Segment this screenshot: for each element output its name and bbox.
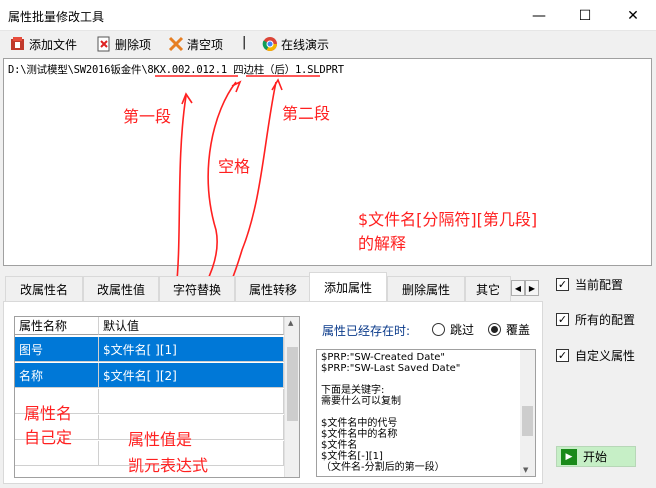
tab-transfer-prop[interactable]: 属性转移: [235, 276, 311, 302]
grid-scrollbar[interactable]: ▲: [284, 317, 299, 477]
row-prop-name[interactable]: 名称: [15, 363, 99, 388]
row-prop-name[interactable]: 图号: [15, 337, 99, 362]
annotation-space: 空格: [218, 157, 251, 176]
tab-rename-prop[interactable]: 改属性名: [5, 276, 83, 302]
table-row[interactable]: 名称 $文件名[ ][2]: [15, 363, 284, 388]
keyword-hint-textbox[interactable]: $PRP:"SW-Created Date" $PRP:"SW-Last Sav…: [316, 349, 536, 477]
tab-bar: 改属性名 改属性值 字符替换 属性转移 添加属性 删除属性 其它 ◀ ▶: [3, 272, 543, 302]
minimize-icon: —: [532, 7, 546, 24]
annotation-prop-value-line1: 属性值是: [128, 430, 193, 449]
tab-change-value[interactable]: 改属性值: [83, 276, 159, 302]
delete-item-label: 删除项: [115, 37, 152, 52]
radio-overwrite-circle[interactable]: [488, 323, 501, 336]
toolbar: 添加文件 删除项 清空项 | 在线演示: [0, 31, 656, 57]
file-path-textarea[interactable]: D:\测试模型\SW2016钣金件\8KX.002.012.1 四边柱（后）1.…: [3, 58, 652, 266]
header-default-value: 默认值: [99, 317, 284, 335]
radio-overwrite[interactable]: 覆盖: [488, 321, 530, 338]
delete-item-button[interactable]: 删除项: [96, 35, 151, 53]
check-icon[interactable]: ✓: [556, 278, 569, 291]
custom-props-checkbox[interactable]: ✓ 自定义属性: [556, 347, 635, 364]
hint-scroll-thumb[interactable]: [522, 406, 533, 436]
annotation-prop-value-line2: 凯元表达式: [128, 456, 209, 475]
close-icon: ✕: [627, 7, 639, 24]
title-bar: 属性批量修改工具 — ☐ ✕: [0, 0, 656, 31]
start-button-label: 开始: [583, 450, 608, 464]
file-path-text: D:\测试模型\SW2016钣金件\8KX.002.012.1 四边柱（后）1.…: [8, 64, 344, 76]
annotation-second-segment: 第二段: [282, 104, 331, 123]
online-demo-label: 在线演示: [281, 37, 330, 52]
scroll-up-icon[interactable]: ▲: [288, 319, 293, 327]
add-file-label: 添加文件: [29, 37, 78, 52]
tab-scroll-right-icon[interactable]: ▶: [525, 280, 539, 296]
tab-replace-chars[interactable]: 字符替换: [159, 276, 235, 302]
table-row[interactable]: 图号 $文件名[ ][1]: [15, 337, 284, 362]
minimize-button[interactable]: —: [516, 0, 562, 31]
check-icon[interactable]: ✓: [556, 349, 569, 362]
tab-add-prop[interactable]: 添加属性: [309, 272, 387, 302]
check-icon[interactable]: ✓: [556, 313, 569, 326]
current-config-checkbox[interactable]: ✓ 当前配置: [556, 276, 623, 293]
radio-skip-circle[interactable]: [432, 323, 445, 336]
add-file-button[interactable]: 添加文件: [10, 35, 77, 53]
annotation-prop-name-line1: 属性名: [24, 404, 73, 423]
annotation-expr-line1: $文件名[分隔符][第几段]: [358, 210, 538, 229]
add-property-panel: 属性名称 默认值 图号 $文件名[ ][1] 名称 $文件名[ ][2] ▲ 属…: [3, 301, 543, 484]
tab-scroll-left-icon[interactable]: ◀: [511, 280, 525, 296]
toolbar-separator: |: [242, 35, 247, 50]
hint-scrollbar[interactable]: ▼: [520, 350, 535, 476]
annotation-first-segment: 第一段: [123, 107, 172, 126]
radio-selected-dot: [491, 326, 498, 333]
header-prop-name: 属性名称: [15, 317, 99, 335]
online-demo-button[interactable]: 在线演示: [262, 35, 329, 53]
row-default-value[interactable]: $文件名[ ][2]: [99, 363, 284, 388]
radio-skip[interactable]: 跳过: [432, 321, 474, 338]
maximize-icon: ☐: [578, 7, 592, 24]
tab-delete-prop[interactable]: 删除属性: [387, 276, 465, 302]
scroll-down-icon[interactable]: ▼: [523, 466, 528, 474]
all-configs-checkbox[interactable]: ✓ 所有的配置: [556, 311, 635, 328]
play-icon: ▶: [561, 448, 577, 465]
add-file-icon: [10, 36, 26, 52]
delete-doc-icon: [96, 36, 112, 52]
tab-other[interactable]: 其它: [465, 276, 511, 302]
start-button[interactable]: ▶ 开始: [556, 446, 636, 467]
close-button[interactable]: ✕: [610, 0, 656, 31]
annotation-prop-name-line2: 自己定: [24, 428, 73, 447]
maximize-button[interactable]: ☐: [562, 0, 608, 31]
chrome-icon: [262, 36, 278, 52]
existing-prop-label: 属性已经存在时:: [322, 324, 411, 338]
clear-items-button[interactable]: 清空项: [168, 35, 223, 53]
clear-items-label: 清空项: [187, 37, 224, 52]
window-title: 属性批量修改工具: [8, 10, 105, 24]
clear-x-icon: [168, 36, 184, 52]
row-default-value[interactable]: $文件名[ ][1]: [99, 337, 284, 362]
annotation-expr-line2: 的解释: [358, 234, 407, 253]
grid-scroll-thumb[interactable]: [287, 347, 298, 421]
